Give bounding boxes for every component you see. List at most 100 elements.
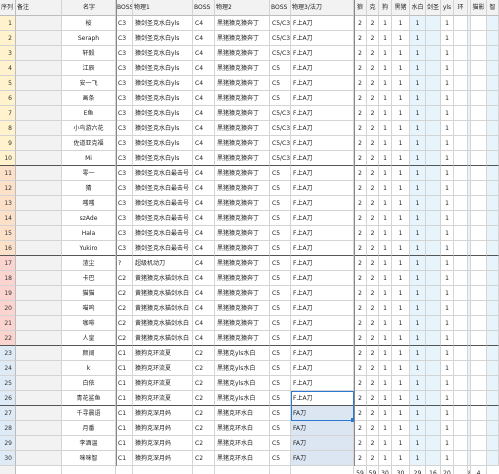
- total-cell[interactable]: 59: [367, 466, 379, 474]
- team3-cell[interactable]: F上A刀: [291, 166, 354, 181]
- team2-cell[interactable]: 黑猪克环水白: [215, 451, 270, 466]
- row-number[interactable]: 10: [0, 151, 16, 166]
- boss2-cell[interactable]: C2: [193, 346, 215, 361]
- name-cell[interactable]: k: [62, 361, 116, 376]
- count-cell[interactable]: 1: [441, 76, 454, 91]
- count-cell[interactable]: 1: [410, 196, 426, 211]
- team2-cell[interactable]: 黑猪猿克猿奔丁: [215, 271, 270, 286]
- team2-cell[interactable]: 黑猪猿克猿奔丁: [215, 61, 270, 76]
- team2-cell[interactable]: 黑猪猿克猿奔丁: [215, 211, 270, 226]
- team1-cell[interactable]: 猿剑圣克水白最击号: [133, 241, 193, 256]
- team3-cell[interactable]: FA刀: [291, 436, 354, 451]
- count-cell[interactable]: [426, 196, 441, 211]
- count-cell[interactable]: [471, 31, 487, 46]
- count-cell[interactable]: 1: [410, 106, 426, 121]
- count-cell[interactable]: 1: [410, 271, 426, 286]
- team3-cell[interactable]: F上A刀: [291, 361, 354, 376]
- count-cell[interactable]: 1: [441, 241, 454, 256]
- name-cell[interactable]: 颜阔: [62, 346, 116, 361]
- count-cell[interactable]: 1: [441, 61, 454, 76]
- count-cell[interactable]: 2: [367, 31, 379, 46]
- count-cell[interactable]: 1: [392, 151, 410, 166]
- team1-cell[interactable]: 猿狗克环流夏: [133, 346, 193, 361]
- count-cell[interactable]: 2: [354, 61, 367, 76]
- boss1-cell[interactable]: C3: [116, 106, 133, 121]
- team3-cell[interactable]: F上A刀: [291, 121, 354, 136]
- count-cell[interactable]: 1: [441, 376, 454, 391]
- selection-range[interactable]: [291, 391, 354, 421]
- count-cell[interactable]: 1: [379, 91, 392, 106]
- boss1-cell[interactable]: C3: [116, 31, 133, 46]
- note-cell[interactable]: [16, 361, 62, 376]
- boss1-cell[interactable]: C3: [116, 166, 133, 181]
- team3-cell[interactable]: F上A刀: [291, 286, 354, 301]
- boss1-cell[interactable]: C3: [116, 91, 133, 106]
- count-cell[interactable]: [487, 16, 499, 31]
- note-cell[interactable]: [16, 376, 62, 391]
- count-cell[interactable]: [454, 136, 468, 151]
- team2-cell[interactable]: 黑猪克yls水白: [215, 376, 270, 391]
- count-cell[interactable]: [426, 391, 441, 406]
- boss2-cell[interactable]: C4: [193, 331, 215, 346]
- count-cell[interactable]: [471, 241, 487, 256]
- column-header[interactable]: BOSS: [193, 0, 215, 16]
- count-cell[interactable]: 1: [410, 331, 426, 346]
- count-cell[interactable]: 2: [354, 451, 367, 466]
- column-header[interactable]: 剑圣: [426, 0, 441, 16]
- count-cell[interactable]: [487, 286, 499, 301]
- count-cell[interactable]: 1: [441, 196, 454, 211]
- count-cell[interactable]: [487, 226, 499, 241]
- boss3-cell[interactable]: C5/C3: [270, 106, 291, 121]
- count-cell[interactable]: [471, 136, 487, 151]
- count-cell[interactable]: 1: [379, 361, 392, 376]
- boss1-cell[interactable]: C1: [116, 391, 133, 406]
- count-cell[interactable]: 1: [392, 451, 410, 466]
- name-cell[interactable]: Hala: [62, 226, 116, 241]
- boss3-cell[interactable]: C5: [270, 436, 291, 451]
- count-cell[interactable]: 2: [367, 451, 379, 466]
- team1-cell[interactable]: 猿剑圣克水白最击号: [133, 211, 193, 226]
- count-cell[interactable]: 1: [410, 421, 426, 436]
- count-cell[interactable]: 1: [410, 16, 426, 31]
- count-cell[interactable]: [454, 346, 468, 361]
- count-cell[interactable]: 1: [441, 91, 454, 106]
- count-cell[interactable]: [487, 451, 499, 466]
- count-cell[interactable]: [471, 361, 487, 376]
- count-cell[interactable]: [454, 151, 468, 166]
- note-cell[interactable]: [16, 16, 62, 31]
- team3-cell[interactable]: F上A刀: [291, 256, 354, 271]
- count-cell[interactable]: [426, 121, 441, 136]
- team1-cell[interactable]: 黄猪猿克水猫剑水白: [133, 271, 193, 286]
- count-cell[interactable]: 2: [354, 166, 367, 181]
- empty-cell[interactable]: [133, 466, 193, 474]
- row-number[interactable]: 26: [0, 391, 16, 406]
- total-cell[interactable]: 20: [441, 466, 454, 474]
- note-cell[interactable]: [16, 106, 62, 121]
- team1-cell[interactable]: 猿剑圣克水白yls: [133, 121, 193, 136]
- team1-cell[interactable]: 超级机动刀: [133, 256, 193, 271]
- count-cell[interactable]: [426, 226, 441, 241]
- team3-cell[interactable]: F上A刀: [291, 331, 354, 346]
- boss3-cell[interactable]: C5: [270, 241, 291, 256]
- count-cell[interactable]: [454, 421, 468, 436]
- boss3-cell[interactable]: C5/C3: [270, 16, 291, 31]
- row-number[interactable]: 8: [0, 121, 16, 136]
- count-cell[interactable]: 2: [367, 271, 379, 286]
- boss3-cell[interactable]: C5: [270, 376, 291, 391]
- team1-cell[interactable]: 猿狗克深月妈: [133, 451, 193, 466]
- boss2-cell[interactable]: C4: [193, 256, 215, 271]
- boss3-cell[interactable]: C5: [270, 61, 291, 76]
- count-cell[interactable]: 1: [392, 181, 410, 196]
- team2-cell[interactable]: 黑猪猿克猿奔丁: [215, 91, 270, 106]
- count-cell[interactable]: [471, 256, 487, 271]
- count-cell[interactable]: 1: [410, 121, 426, 136]
- empty-cell[interactable]: [16, 466, 62, 474]
- count-cell[interactable]: 2: [367, 46, 379, 61]
- count-cell[interactable]: [426, 91, 441, 106]
- team1-cell[interactable]: 猿狗克深月妈: [133, 421, 193, 436]
- team1-cell[interactable]: 猿剑圣克水白yls: [133, 16, 193, 31]
- row-number[interactable]: 25: [0, 376, 16, 391]
- count-cell[interactable]: [454, 46, 468, 61]
- count-cell[interactable]: 1: [392, 226, 410, 241]
- boss3-cell[interactable]: C5/C3: [270, 31, 291, 46]
